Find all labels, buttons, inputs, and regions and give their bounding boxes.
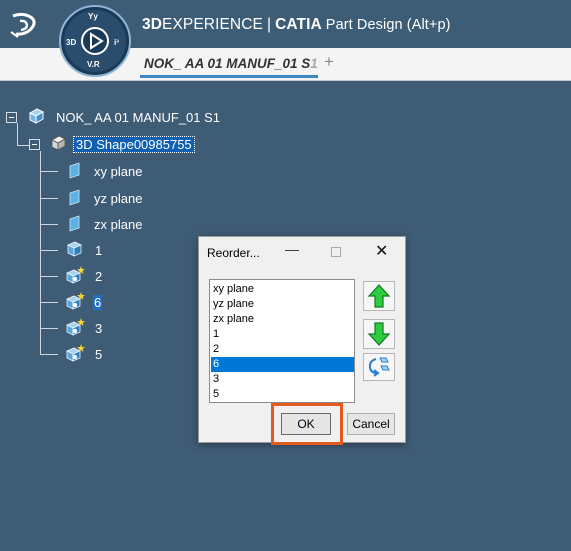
- tree-line: [40, 250, 58, 251]
- tree-line: [40, 302, 58, 303]
- move-down-button[interactable]: [363, 319, 395, 349]
- tree-line: [40, 151, 41, 355]
- list-item[interactable]: 2: [211, 342, 354, 357]
- swap-icon: [368, 357, 390, 377]
- tree-shape-label[interactable]: 3D Shape00985755: [73, 136, 195, 153]
- plane-icon[interactable]: [66, 189, 82, 207]
- tree-line: [40, 276, 58, 277]
- product-icon[interactable]: [26, 106, 46, 126]
- geometric-set-icon[interactable]: [64, 291, 86, 313]
- list-item[interactable]: 3: [211, 372, 354, 387]
- reorder-listbox[interactable]: xy plane yz plane zx plane 1 2 6 3 5: [209, 279, 355, 403]
- list-item[interactable]: yz plane: [211, 297, 354, 312]
- tab-document[interactable]: NOK_ AA 01 MANUF_01 S1: [140, 54, 318, 78]
- collapse-root-toggle[interactable]: [6, 112, 17, 123]
- tab-label: NOK_ AA 01 MANUF_01 S1: [144, 56, 318, 71]
- app-title: 3DEXPERIENCE | CATIA Part Design (Alt+p): [142, 16, 451, 34]
- tree-item-zx-plane[interactable]: zx plane: [94, 217, 142, 232]
- tree-item-3[interactable]: 3: [95, 321, 102, 336]
- tree-item-5[interactable]: 5: [95, 347, 102, 362]
- maximize-button[interactable]: [331, 247, 341, 257]
- list-item[interactable]: zx plane: [211, 312, 354, 327]
- geometric-set-icon[interactable]: [64, 265, 86, 287]
- tree-line: [40, 354, 58, 355]
- brand-rest: EXPERIENCE: [162, 16, 263, 33]
- tree-item-1[interactable]: 1: [95, 243, 102, 258]
- tree-line: [40, 198, 58, 199]
- list-item[interactable]: 5: [211, 387, 354, 402]
- list-item[interactable]: 1: [211, 327, 354, 342]
- compass-left-label: 3D: [66, 38, 76, 47]
- compass-top-label: Yy: [88, 12, 98, 21]
- arrow-up-icon: [367, 284, 391, 308]
- add-tab-button[interactable]: +: [324, 52, 334, 72]
- compass-right-label: i³: [114, 38, 119, 47]
- tree-line: [17, 145, 29, 146]
- tree-item-xy-plane[interactable]: xy plane: [94, 164, 142, 179]
- tree-line: [40, 328, 58, 329]
- module-name[interactable]: Part Design (Alt+p): [326, 17, 451, 33]
- list-item-selected[interactable]: 6: [211, 357, 354, 372]
- brand-bold: 3D: [142, 16, 163, 33]
- part-icon[interactable]: [48, 133, 68, 153]
- tree-line: [40, 171, 58, 172]
- tree-item-2[interactable]: 2: [95, 269, 102, 284]
- dassault-logo-icon: [10, 12, 36, 38]
- cancel-button[interactable]: Cancel: [347, 413, 395, 435]
- tree-item-6[interactable]: 6: [93, 295, 103, 310]
- geometric-set-icon[interactable]: [64, 343, 86, 365]
- reorder-swap-button[interactable]: [363, 353, 395, 381]
- tree-item-yz-plane[interactable]: yz plane: [94, 191, 142, 206]
- plane-icon[interactable]: [66, 162, 82, 180]
- dialog-title: Reorder...: [207, 246, 260, 260]
- tree-root-label[interactable]: NOK_ AA 01 MANUF_01 S1: [56, 110, 220, 125]
- tree-line: [17, 123, 18, 145]
- body-icon[interactable]: [64, 239, 84, 259]
- collapse-shape-toggle[interactable]: [29, 139, 40, 150]
- compass-bottom-label: V.R: [87, 60, 100, 69]
- tree-line: [40, 224, 58, 225]
- reorder-dialog: Reorder... — ✕ xy plane yz plane zx plan…: [198, 236, 406, 445]
- ok-button[interactable]: OK: [281, 413, 331, 435]
- compass-icon[interactable]: 3D Yy i³ V.R: [58, 4, 132, 78]
- title-separator: |: [266, 16, 272, 33]
- arrow-down-icon: [367, 322, 391, 346]
- product-name: CATIA: [275, 16, 322, 33]
- plane-icon[interactable]: [66, 215, 82, 233]
- minimize-button[interactable]: —: [285, 241, 299, 257]
- geometric-set-icon[interactable]: [64, 317, 86, 339]
- close-button[interactable]: ✕: [375, 241, 388, 261]
- list-item[interactable]: xy plane: [211, 282, 354, 297]
- move-up-button[interactable]: [363, 281, 395, 311]
